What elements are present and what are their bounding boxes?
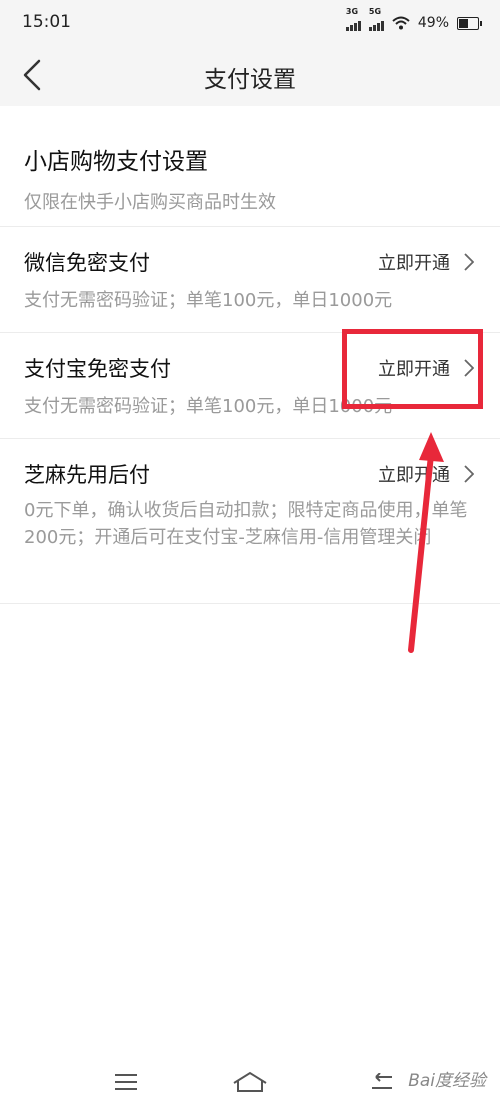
chevron-right-icon xyxy=(464,465,474,483)
row-description: 支付无需密码验证；单笔100元，单日1000元 xyxy=(24,290,393,311)
row-title: 芝麻先用后付 xyxy=(24,463,150,487)
activate-alipay-button[interactable]: 立即开通 xyxy=(378,355,474,381)
watermark: Bai度经验 xyxy=(408,1071,486,1091)
row-title: 微信免密支付 xyxy=(24,251,150,275)
back-arrow-icon xyxy=(372,1073,392,1089)
row-description: 0元下单，确认收货后自动扣款；限特定商品使用，单笔200元；开通后可在支付宝-芝… xyxy=(24,500,468,548)
nav-header: 支付设置 xyxy=(0,44,500,106)
status-time: 15:01 xyxy=(22,12,71,32)
activate-label: 立即开通 xyxy=(378,465,450,486)
signal-3g-icon: 3G xyxy=(345,7,361,31)
row-description: 支付无需密码验证；单笔100元，单日1000元 xyxy=(24,396,393,417)
home-button[interactable] xyxy=(228,1062,272,1102)
activate-label: 立即开通 xyxy=(378,253,450,274)
activate-zhima-button[interactable]: 立即开通 xyxy=(378,461,474,487)
battery-icon xyxy=(457,16,482,30)
signal-5g-icon: 5G xyxy=(368,7,384,31)
wifi-icon xyxy=(392,16,410,30)
activate-wechat-button[interactable]: 立即开通 xyxy=(378,249,474,275)
status-icons: 3G 5G 49% xyxy=(345,7,482,33)
section-subtitle: 仅限在快手小店购买商品时生效 xyxy=(24,192,276,213)
section-header: 小店购物支付设置 仅限在快手小店购买商品时生效 xyxy=(24,142,276,214)
alipay-row[interactable]: 支付宝免密支付 立即开通 支付无需密码验证；单笔100元，单日1000元 xyxy=(0,332,500,439)
zhima-pay-later-row[interactable]: 芝麻先用后付 立即开通 0元下单，确认收货后自动扣款；限特定商品使用，单笔200… xyxy=(0,438,500,604)
row-title: 支付宝免密支付 xyxy=(24,357,171,381)
wechat-pay-row[interactable]: 微信免密支付 立即开通 支付无需密码验证；单笔100元，单日1000元 xyxy=(0,226,500,333)
status-bar: 15:01 3G 5G 49% xyxy=(0,0,500,44)
menu-icon xyxy=(115,1074,137,1090)
battery-percent: 49% xyxy=(417,15,449,31)
chevron-right-icon xyxy=(464,253,474,271)
section-title: 小店购物支付设置 xyxy=(24,149,208,175)
activate-label: 立即开通 xyxy=(378,359,450,380)
back-nav-button[interactable] xyxy=(360,1062,404,1102)
page-title: 支付设置 xyxy=(204,67,296,93)
home-icon xyxy=(233,1071,267,1092)
chevron-right-icon xyxy=(464,359,474,377)
menu-button[interactable] xyxy=(104,1062,148,1102)
system-nav-bar: Bai度经验 xyxy=(0,1050,500,1111)
